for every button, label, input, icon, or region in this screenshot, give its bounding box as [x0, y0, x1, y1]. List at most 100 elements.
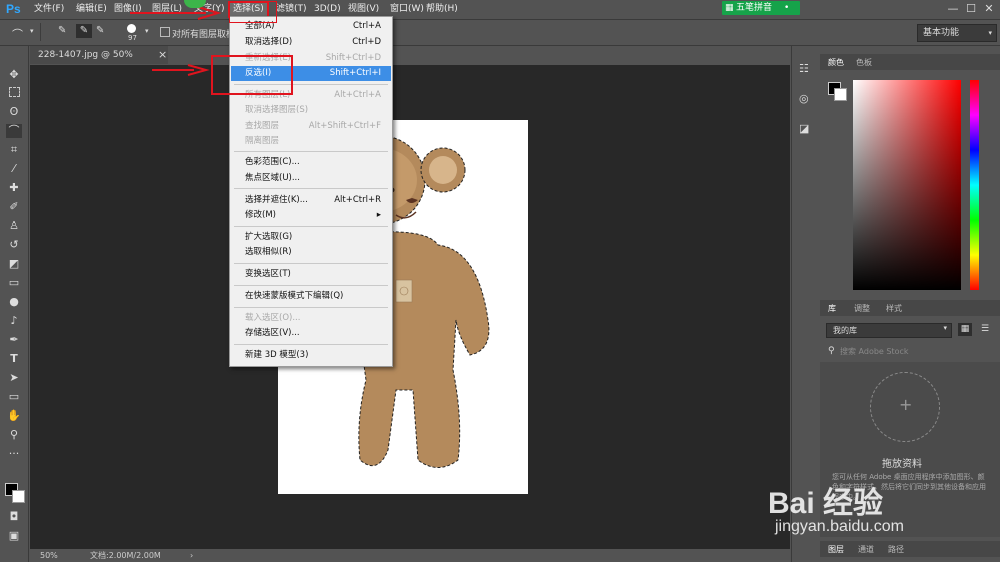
menu-item-select-and-mask[interactable]: 选择并遮住(K)... Alt+Ctrl+R — [231, 193, 391, 208]
menu-view[interactable]: 视图(V) — [348, 3, 379, 16]
gradient-tool-icon[interactable]: ▭ — [6, 276, 22, 290]
menu-separator — [234, 307, 388, 308]
menu-window[interactable]: 窗口(W) — [390, 3, 424, 16]
minimize-button[interactable]: — — [946, 2, 960, 15]
menu-item-find-layers[interactable]: 查找图层 Alt+Shift+Ctrl+F — [231, 119, 391, 134]
clone-stamp-icon[interactable]: ♙ — [6, 219, 22, 233]
tools-panel: ✥ ʘ ⌒ ⌗ ⁄ ✚ ✐ ♙ ↺ ◩ ▭ ● ♪ ✒ T ➤ ▭ ✋ ⚲ ··… — [0, 46, 29, 562]
menu-item-focus-area[interactable]: 焦点区域(U)... — [231, 171, 391, 186]
brush-tool-icon[interactable]: ✐ — [6, 200, 22, 214]
tab-swatches[interactable]: 色板 — [856, 57, 872, 68]
background-color-swatch[interactable] — [12, 490, 25, 503]
path-select-icon[interactable]: ➤ — [6, 371, 22, 385]
document-tab[interactable]: 228-1407.jpg @ 50%(RGB/8) × — [30, 46, 168, 78]
add-to-selection-icon[interactable]: ✎ — [76, 24, 92, 38]
grid-view-icon[interactable]: ▦ — [958, 323, 972, 336]
menu-item-modify[interactable]: 修改(M) ▸ — [231, 208, 391, 223]
annotation-box-select-menu — [229, 1, 277, 23]
options-bar: ⌒ ▾ ✎ ✎ ✎ 97 ▾ 对所有图层取样 — [0, 20, 1000, 46]
menu-help[interactable]: 帮助(H) — [426, 3, 458, 16]
rectangle-tool-icon[interactable]: ▭ — [6, 390, 22, 404]
brush-size: 97 — [128, 34, 137, 42]
menu-item-isolate-layers[interactable]: 隔离图层 — [231, 134, 391, 149]
status-menu-icon[interactable]: › — [190, 549, 193, 562]
status-bar: 50% 文档:2.00M/2.00M › — [30, 549, 790, 562]
workspace-select[interactable]: 基本功能 ▾ — [917, 24, 997, 42]
menu-item-load-selection[interactable]: 载入选区(O)... — [231, 311, 391, 326]
drop-zone-circle[interactable]: + — [870, 372, 940, 442]
tab-paths[interactable]: 路径 — [888, 544, 904, 555]
adjustments-panel-icon[interactable]: ◪ — [799, 122, 809, 135]
hue-slider[interactable] — [970, 80, 979, 290]
properties-panel-icon[interactable]: ◎ — [799, 92, 809, 105]
color-panel-header: 颜色 色板 — [820, 54, 1000, 70]
menu-item-new-3d-model[interactable]: 新建 3D 模型(3) — [231, 348, 391, 363]
tab-layers[interactable]: 图层 — [828, 544, 844, 555]
screen-mode-icon[interactable]: ▣ — [6, 529, 22, 543]
baidu-watermark: Bai 经验 — [768, 487, 884, 520]
brush-chevron-icon[interactable]: ▾ — [145, 27, 149, 35]
subtract-selection-icon[interactable]: ✎ — [96, 24, 112, 38]
quick-select-tool-icon[interactable]: ⌒ — [6, 124, 22, 138]
blur-tool-icon[interactable]: ● — [6, 295, 22, 309]
quick-mask-icon[interactable]: ◘ — [6, 510, 22, 524]
menu-item-grow[interactable]: 扩大选取(G) — [231, 230, 391, 245]
crop-tool-icon[interactable]: ⌗ — [6, 143, 22, 157]
close-button[interactable]: ✕ — [982, 2, 996, 15]
hand-tool-icon[interactable]: ✋ — [6, 409, 22, 423]
ime-toolbar[interactable]: ▦ 五笔拼音 • — [722, 1, 800, 15]
annotation-arrow-icon — [130, 6, 222, 20]
menu-separator — [234, 188, 388, 189]
chevron-down-icon[interactable]: ▾ — [30, 27, 34, 35]
workspace-label: 基本功能 — [923, 28, 960, 38]
healing-brush-icon[interactable]: ✚ — [6, 181, 22, 195]
menu-item-deselect-layers[interactable]: 取消选择图层(S) — [231, 103, 391, 118]
sample-all-layers-checkbox[interactable] — [160, 27, 170, 37]
library-select[interactable]: 我的库 ▾ — [826, 323, 952, 338]
annotation-box-inverse — [211, 55, 293, 95]
tab-libraries[interactable]: 库 — [828, 303, 836, 314]
dodge-tool-icon[interactable]: ♪ — [6, 314, 22, 328]
menu-item-transform-selection[interactable]: 变换选区(T) — [231, 267, 391, 282]
new-selection-icon[interactable]: ✎ — [58, 24, 74, 38]
move-tool-icon[interactable]: ✥ — [6, 68, 22, 82]
color-field[interactable] — [853, 80, 961, 290]
more-tools-icon[interactable]: ··· — [6, 447, 22, 461]
menu-file[interactable]: 文件(F) — [34, 3, 64, 16]
eyedropper-tool-icon[interactable]: ⁄ — [6, 162, 22, 176]
tab-adjustments[interactable]: 调整 — [854, 303, 870, 314]
menu-item-color-range[interactable]: 色彩范围(C)... — [231, 155, 391, 170]
chevron-down-icon: ▾ — [988, 29, 992, 37]
stock-search-input[interactable]: 搜索 Adobe Stock — [840, 346, 909, 357]
zoom-level[interactable]: 50% — [40, 549, 58, 562]
menu-separator — [234, 344, 388, 345]
history-panel-icon[interactable]: ☷ — [799, 62, 809, 75]
menu-3d[interactable]: 3D(D) — [314, 3, 341, 16]
tab-styles[interactable]: 样式 — [886, 303, 902, 314]
quick-select-tool-icon[interactable]: ⌒ — [12, 26, 23, 42]
type-tool-icon[interactable]: T — [6, 352, 22, 366]
tab-channels[interactable]: 通道 — [858, 544, 874, 555]
list-view-icon[interactable]: ☰ — [978, 323, 992, 336]
menu-item-save-selection[interactable]: 存储选区(V)... — [231, 326, 391, 341]
pen-tool-icon[interactable]: ✒ — [6, 333, 22, 347]
add-icon: + — [899, 395, 913, 414]
history-brush-icon[interactable]: ↺ — [6, 238, 22, 252]
brush-preview-icon[interactable] — [127, 24, 136, 33]
menu-edit[interactable]: 编辑(E) — [76, 3, 107, 16]
menu-item-deselect[interactable]: 取消选择(D) Ctrl+D — [231, 35, 391, 50]
zoom-tool-icon[interactable]: ⚲ — [6, 428, 22, 442]
library-select-label: 我的库 — [833, 326, 857, 335]
menu-separator — [234, 285, 388, 286]
library-panel-header: 库 调整 样式 — [820, 300, 1000, 316]
marquee-tool-icon[interactable] — [9, 87, 20, 97]
menu-item-similar[interactable]: 选取相似(R) — [231, 245, 391, 260]
tab-color[interactable]: 颜色 — [828, 57, 844, 68]
menu-filter[interactable]: 滤镜(T) — [276, 3, 307, 16]
maximize-button[interactable]: ☐ — [964, 2, 978, 15]
menu-item-quick-mask[interactable]: 在快速蒙版模式下编辑(Q) — [231, 289, 391, 304]
lasso-tool-icon[interactable]: ʘ — [6, 105, 22, 119]
eraser-tool-icon[interactable]: ◩ — [6, 257, 22, 271]
panel-bg-swatch[interactable] — [834, 88, 847, 101]
annotation-arrow-icon — [152, 64, 210, 76]
